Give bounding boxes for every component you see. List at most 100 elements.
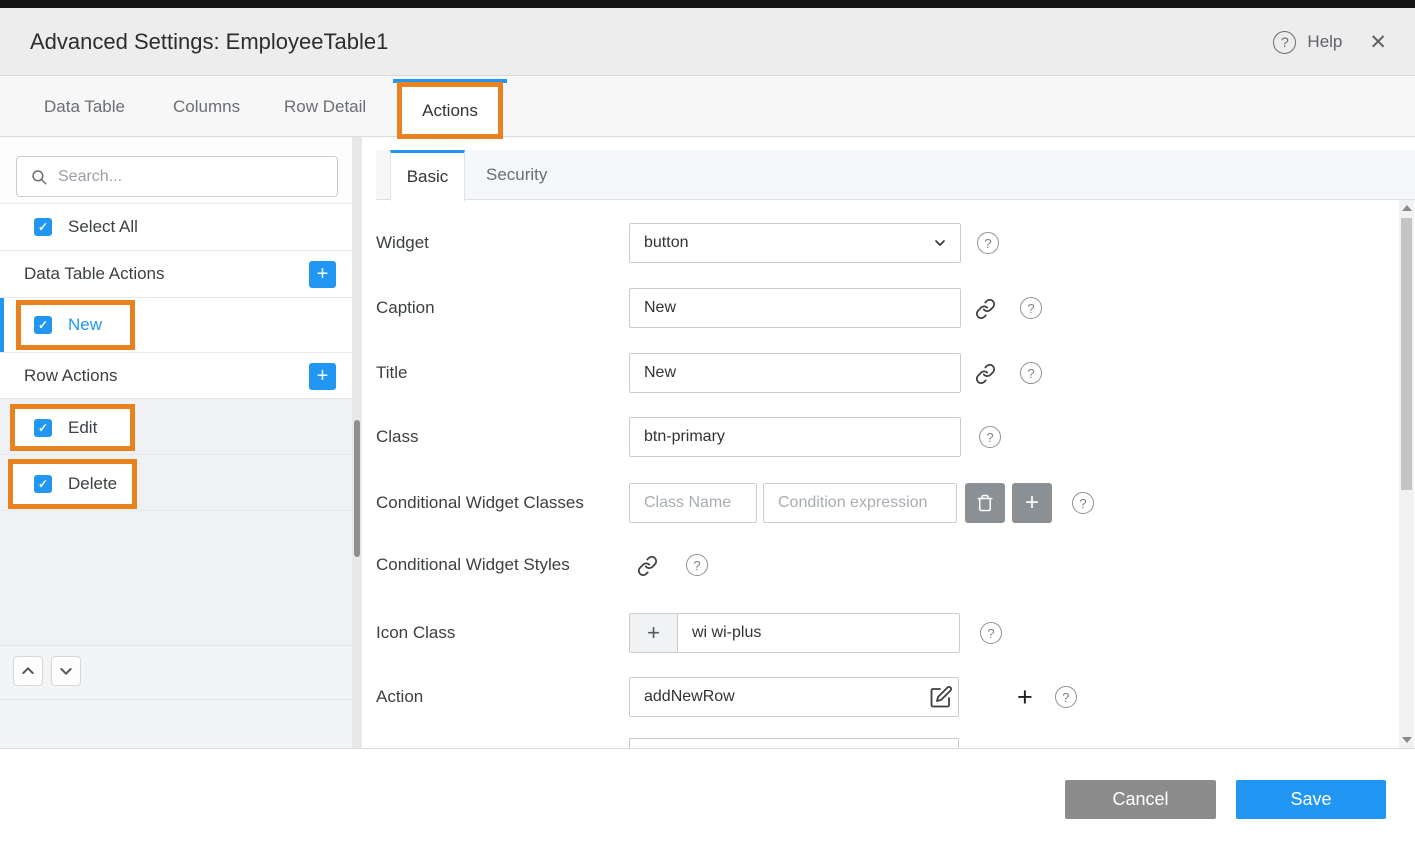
add-data-table-action-button[interactable]: + <box>309 261 336 288</box>
add-action-button[interactable]: + <box>1017 684 1033 711</box>
condition-expression-input[interactable] <box>763 483 957 523</box>
widget-select[interactable]: button <box>629 223 961 263</box>
widget-row: Widget button ? <box>362 223 1415 263</box>
chevron-down-icon <box>932 235 948 251</box>
bind-link-icon[interactable] <box>637 555 658 576</box>
icon-class-input[interactable] <box>678 614 959 652</box>
help-glyph: ? <box>1062 690 1069 705</box>
help-button[interactable]: Help <box>1307 32 1342 52</box>
help-glyph: ? <box>1079 496 1086 511</box>
new-label: New <box>68 315 102 335</box>
widget-select-value: button <box>644 234 932 252</box>
action-help-icon[interactable]: ? <box>1055 686 1077 708</box>
conditional-styles-help-icon[interactable]: ? <box>686 554 708 576</box>
icon-class-help-icon[interactable]: ? <box>980 622 1002 644</box>
icon-picker-button[interactable]: + <box>630 614 678 652</box>
plus-icon: + <box>317 365 329 388</box>
action-item-new-row[interactable]: ✓ New <box>0 298 352 353</box>
group-label: Row Actions <box>24 353 118 399</box>
search-box[interactable] <box>16 156 338 197</box>
tab-basic-label: Basic <box>407 167 449 187</box>
bind-link-icon[interactable] <box>975 298 996 319</box>
icon-class-row: Icon Class + ? <box>362 613 1415 653</box>
check-icon: ✓ <box>38 475 48 493</box>
widget-label: Widget <box>376 223 429 263</box>
dialog-header: Advanced Settings: EmployeeTable1 ? Help… <box>0 8 1415 76</box>
tab-columns[interactable]: Columns <box>173 76 240 137</box>
help-glyph: ? <box>984 236 991 251</box>
conditional-classes-row: Conditional Widget Classes + ? <box>362 483 1415 523</box>
tab-security[interactable]: Security <box>486 150 547 200</box>
dialog-footer: Cancel Save <box>0 748 1415 843</box>
action-item-delete-row[interactable]: ✓ Delete <box>0 455 352 511</box>
conditional-classes-help-icon[interactable]: ? <box>1072 492 1094 514</box>
plus-icon: + <box>1017 682 1033 712</box>
edit-action-icon[interactable] <box>929 685 953 709</box>
add-conditional-class-button[interactable]: + <box>1012 483 1052 523</box>
class-name-input[interactable] <box>629 483 757 523</box>
tab-row-detail[interactable]: Row Detail <box>284 76 366 137</box>
bind-link-icon[interactable] <box>975 363 996 384</box>
content-scrollbar-thumb[interactable] <box>1401 218 1412 490</box>
move-down-button[interactable] <box>51 656 81 686</box>
chevron-up-icon <box>20 663 36 679</box>
main-tab-bar: Data Table Columns Row Detail Actions <box>0 76 1415 137</box>
icon-class-group: + <box>629 613 960 653</box>
action-item-edit[interactable]: ✓ Edit <box>10 404 135 451</box>
advanced-settings-dialog: Advanced Settings: EmployeeTable1 ? Help… <box>0 0 1415 843</box>
actions-sidebar: ✓ Select All Data Table Actions + ✓ New … <box>0 137 362 748</box>
scroll-up-arrow[interactable] <box>1402 205 1412 211</box>
move-up-button[interactable] <box>13 656 43 686</box>
tab-data-table[interactable]: Data Table <box>44 76 125 137</box>
plus-icon: + <box>1025 491 1039 515</box>
class-help-icon[interactable]: ? <box>979 426 1001 448</box>
search-area <box>0 137 352 204</box>
check-icon: ✓ <box>38 419 48 437</box>
cancel-button[interactable]: Cancel <box>1065 780 1216 819</box>
tab-basic[interactable]: Basic <box>390 150 465 201</box>
widget-help-icon[interactable]: ? <box>977 232 999 254</box>
close-icon[interactable]: ✕ <box>1369 30 1387 55</box>
sidebar-footer <box>0 699 352 748</box>
chevron-down-icon <box>58 663 74 679</box>
save-button[interactable]: Save <box>1236 780 1386 819</box>
new-checkbox[interactable]: ✓ <box>34 316 52 334</box>
title-input[interactable] <box>629 353 961 393</box>
search-input[interactable] <box>58 168 337 186</box>
help-glyph: ? <box>1027 301 1034 316</box>
add-row-action-button[interactable]: + <box>309 363 336 390</box>
select-all-label: Select All <box>68 217 138 237</box>
group-label: Data Table Actions <box>24 251 165 297</box>
select-all-checkbox[interactable]: ✓ <box>34 218 52 236</box>
action-item-new[interactable]: ✓ New <box>16 300 135 350</box>
selected-item-bar <box>0 298 4 352</box>
help-icon[interactable]: ? <box>1273 31 1296 54</box>
conditional-styles-label: Conditional Widget Styles <box>376 545 570 585</box>
tab-actions-label: Actions <box>422 101 478 121</box>
help-glyph: ? <box>986 430 993 445</box>
class-row: Class ? <box>362 417 1415 457</box>
action-item-delete[interactable]: ✓ Delete <box>8 459 137 509</box>
tab-actions[interactable]: Actions <box>397 82 503 139</box>
caption-input[interactable] <box>629 288 961 328</box>
delete-checkbox[interactable]: ✓ <box>34 475 52 493</box>
title-help-icon[interactable]: ? <box>1020 362 1042 384</box>
sidebar-scrollbar-thumb[interactable] <box>354 420 360 557</box>
edit-checkbox[interactable]: ✓ <box>34 419 52 437</box>
search-icon <box>30 168 48 186</box>
group-row-actions: Row Actions + <box>0 353 352 399</box>
action-item-edit-row[interactable]: ✓ Edit <box>0 399 352 455</box>
delete-conditional-class-button[interactable] <box>965 483 1005 523</box>
scroll-down-arrow[interactable] <box>1402 737 1412 743</box>
sidebar-scrollbar[interactable] <box>352 137 362 748</box>
background-page-strip <box>0 0 1415 8</box>
action-input[interactable] <box>629 677 959 717</box>
help-glyph: ? <box>987 626 994 641</box>
content-scrollbar[interactable] <box>1399 200 1414 748</box>
class-input[interactable] <box>629 417 961 457</box>
reorder-toolbar <box>0 645 352 699</box>
select-all-row[interactable]: ✓ Select All <box>0 204 352 251</box>
plus-icon: + <box>647 620 660 646</box>
dialog-title: Advanced Settings: EmployeeTable1 <box>30 8 388 76</box>
caption-help-icon[interactable]: ? <box>1020 297 1042 319</box>
